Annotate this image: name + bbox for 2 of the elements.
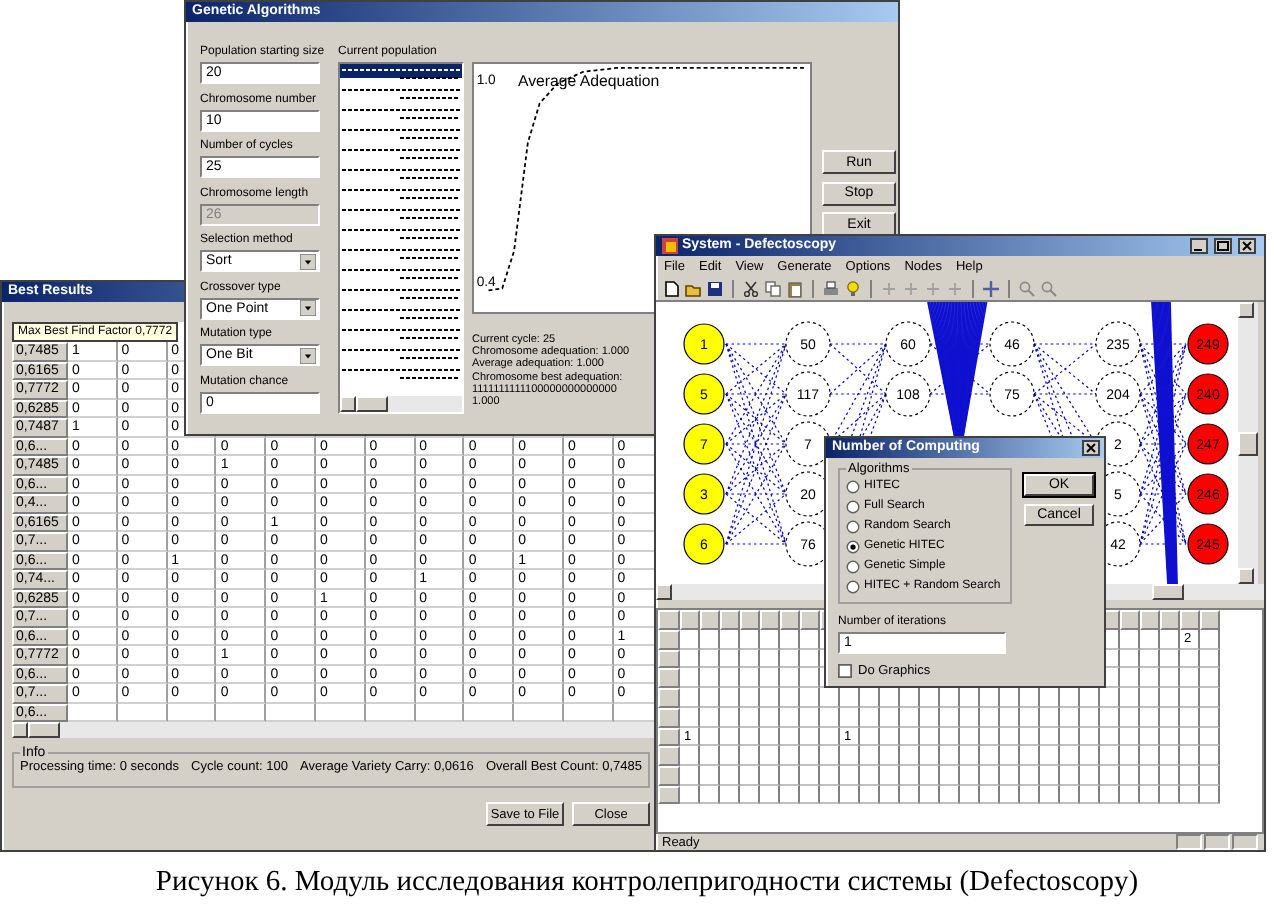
figure-caption: Рисунок 6. Модуль исследования контролепригодности системы (Defectoscopy)	[153, 864, 1141, 902]
chart-title: Average Adequation	[518, 71, 660, 90]
